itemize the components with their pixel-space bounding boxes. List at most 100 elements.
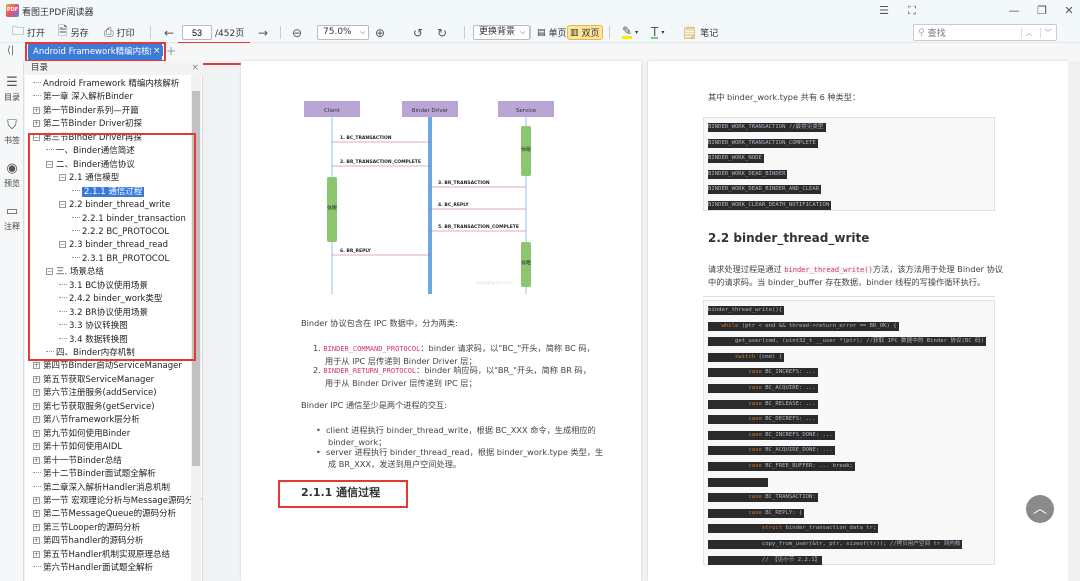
zoom-select[interactable]: 75.0% ⌵ bbox=[317, 25, 369, 40]
list-icon: ☰ bbox=[6, 75, 18, 90]
toc-close-icon[interactable]: × bbox=[191, 61, 199, 75]
toc-item[interactable]: + 第六节注册服务(addService) bbox=[33, 387, 157, 400]
toc-item[interactable]: 第一章 深入解析Binder bbox=[33, 91, 133, 104]
toc-item[interactable]: 第二章深入解析Handler消息机制 bbox=[33, 482, 170, 495]
text: 请求处理过程是通过 bbox=[708, 264, 785, 274]
caret-down-icon: ▾ bbox=[661, 29, 665, 36]
search-icon: ⚲ bbox=[918, 27, 925, 38]
expand-icon[interactable]: + bbox=[33, 106, 40, 114]
toc-item-label: 第四节handler的源码分析 bbox=[43, 536, 144, 547]
expand-icon[interactable]: + bbox=[33, 537, 40, 545]
toc-item[interactable]: Android Framework 精编内核解析 bbox=[33, 78, 179, 91]
toc-item[interactable]: + 第四节handler的源码分析 bbox=[33, 535, 143, 548]
toc-item[interactable]: 第十二节Binder面试题全解析 bbox=[33, 468, 156, 481]
code-line: get_user(cmd, (uint32_t __user *)ptr); /… bbox=[708, 337, 986, 347]
prev-page-button[interactable]: ← bbox=[164, 25, 174, 40]
toc-item[interactable]: + 第八节framework层分析 bbox=[33, 414, 140, 427]
minimize-button[interactable]: — bbox=[1006, 3, 1022, 19]
code-text: binder_thread_write(){ bbox=[708, 307, 783, 313]
toc-item[interactable]: + 第十一节Binder总结 bbox=[33, 455, 122, 468]
toc-item[interactable]: + 第二节MessageQueue的源码分析 bbox=[33, 508, 176, 521]
expand-icon[interactable]: + bbox=[33, 496, 40, 504]
code-text: get_user(cmd, (uint32_t __user *)ptr); /… bbox=[734, 338, 984, 345]
rotate-right-button[interactable]: ↻ bbox=[437, 25, 447, 40]
toc-item[interactable]: + 第二节Binder Driver初探 bbox=[33, 118, 142, 131]
page-scrollbar[interactable] bbox=[1068, 61, 1080, 581]
toc-item[interactable]: 第六节Handler面试题全解析 bbox=[33, 562, 153, 575]
menu-icon[interactable]: ☰ bbox=[876, 3, 892, 19]
expand-icon[interactable]: + bbox=[33, 443, 40, 451]
page-number-input[interactable] bbox=[182, 25, 212, 40]
new-tab-button[interactable]: + bbox=[166, 44, 176, 58]
code-line: case BC_DECREFS: ... bbox=[708, 415, 818, 425]
background-select[interactable]: 更换背景 ⌵ bbox=[473, 25, 531, 40]
expand-icon[interactable]: + bbox=[33, 389, 40, 397]
code-line: case BC_ACQUIRE_DONE: ... bbox=[708, 446, 835, 456]
rail-item-toc[interactable]: ☰ 目录 bbox=[0, 75, 24, 103]
toc-item[interactable]: + 第七节获取服务(getService) bbox=[33, 401, 155, 414]
collapse-sidebar-icon[interactable]: ⟨| bbox=[7, 45, 14, 56]
print-button[interactable]: ⎙ 打印 bbox=[104, 25, 135, 40]
single-page-button[interactable]: ▤ 单页 bbox=[537, 25, 567, 40]
toc-item[interactable]: + 第一节Binder系列—开篇 bbox=[33, 105, 139, 118]
code-keyword: case bbox=[748, 431, 762, 438]
save-as-button[interactable]: 🗎 另存 bbox=[58, 24, 89, 40]
toc-item[interactable]: + 第三节Looper的源码分析 bbox=[33, 522, 140, 535]
expand-icon[interactable]: + bbox=[33, 375, 40, 383]
zoom-in-button[interactable]: ⊕ bbox=[375, 25, 385, 40]
message-label: 5. BR_TRANSACTION_COMPLETE bbox=[438, 224, 519, 230]
toc-item-label: 第十二节Binder面试题全解析 bbox=[43, 469, 156, 480]
expand-icon[interactable]: + bbox=[33, 402, 40, 410]
code-keyword: switch bbox=[734, 353, 756, 360]
search-input[interactable] bbox=[927, 27, 1018, 38]
chevron-down-icon: ⌵ bbox=[520, 28, 526, 36]
message-label: 6. BR_REPLY bbox=[340, 248, 372, 254]
toc-item-label: 第九节如何使用Binder bbox=[43, 428, 131, 439]
restore-button[interactable]: ❐ bbox=[1034, 3, 1050, 19]
rotate-left-button[interactable]: ↺ bbox=[413, 25, 423, 40]
rail-item-annotations[interactable]: ▭ 注释 bbox=[0, 204, 24, 232]
toc-item[interactable]: + 第五节获取ServiceManager bbox=[33, 374, 154, 387]
close-button[interactable]: ✕ bbox=[1061, 3, 1077, 19]
paragraph: 其中 binder_work.type 共有 6 种类型： bbox=[708, 92, 861, 102]
toc-item[interactable]: + 第十节如何使用AIDL bbox=[33, 441, 122, 454]
scroll-to-top-button[interactable]: ︿ bbox=[1026, 495, 1054, 523]
actor-label: Service bbox=[516, 108, 537, 114]
code-text: copy_from_user(&tr, ptr, sizeof(tr)); //… bbox=[761, 541, 961, 547]
next-page-button[interactable]: → bbox=[258, 25, 268, 40]
eye-icon: ◉ bbox=[6, 161, 18, 176]
open-button[interactable]: 🗀 打开 bbox=[12, 24, 45, 40]
search-prev-button[interactable]: ︿ bbox=[1020, 27, 1037, 38]
expand-icon[interactable]: + bbox=[33, 510, 40, 518]
pdf-page-right: 其中 binder_work.type 共有 6 种类型： BINDER_WOR… bbox=[648, 61, 1068, 581]
code-text: BC_ACQUIRE: ... bbox=[761, 385, 816, 391]
text-tool[interactable]: T ▾ bbox=[651, 25, 664, 40]
arrow-left-icon: ← bbox=[164, 25, 175, 40]
zoom-out-button[interactable]: ⊖ bbox=[292, 25, 302, 40]
notes-button[interactable]: 🗒 笔记 bbox=[682, 25, 718, 40]
toc-item-label: 第一章 深入解析Binder bbox=[43, 92, 133, 103]
toc-item-label: 第六节Handler面试题全解析 bbox=[43, 563, 153, 574]
expand-icon[interactable]: + bbox=[33, 456, 40, 464]
expand-icon[interactable]: + bbox=[33, 429, 40, 437]
toc-item[interactable]: + 第五节Handler机制实现原理总结 bbox=[33, 549, 170, 562]
expand-icon[interactable]: + bbox=[33, 416, 40, 424]
expand-icon[interactable]: + bbox=[33, 362, 40, 370]
toc-item[interactable]: + 第九节如何使用Binder bbox=[33, 428, 130, 441]
toc-item-label: 第二节Binder Driver初探 bbox=[43, 119, 143, 130]
fullscreen-icon[interactable]: ⛶ bbox=[904, 3, 920, 19]
double-page-button[interactable]: ▥ 双页 bbox=[567, 25, 603, 40]
expand-icon[interactable]: + bbox=[33, 120, 40, 128]
code-line: BINDER_WORK_DEAD_BINDER bbox=[708, 169, 788, 179]
expand-icon[interactable]: + bbox=[33, 550, 40, 558]
chevron-down-icon: ⌵ bbox=[360, 28, 366, 36]
search-next-button[interactable]: ﹀ bbox=[1039, 27, 1056, 38]
rail-item-bookmarks[interactable]: ⛉ 书签 bbox=[0, 118, 24, 146]
rail-item-preview[interactable]: ◉ 预览 bbox=[0, 161, 24, 189]
toc-item[interactable]: + 第一节 宏观理论分析与Message源码分析 bbox=[33, 495, 202, 508]
expand-icon[interactable]: + bbox=[33, 523, 40, 531]
tree-line bbox=[33, 485, 41, 487]
toc-item[interactable]: + 第四节Binder启动ServiceManager bbox=[33, 360, 182, 373]
notes-label: 笔记 bbox=[700, 29, 719, 39]
highlight-tool[interactable]: ✎ ▾ bbox=[622, 25, 638, 40]
